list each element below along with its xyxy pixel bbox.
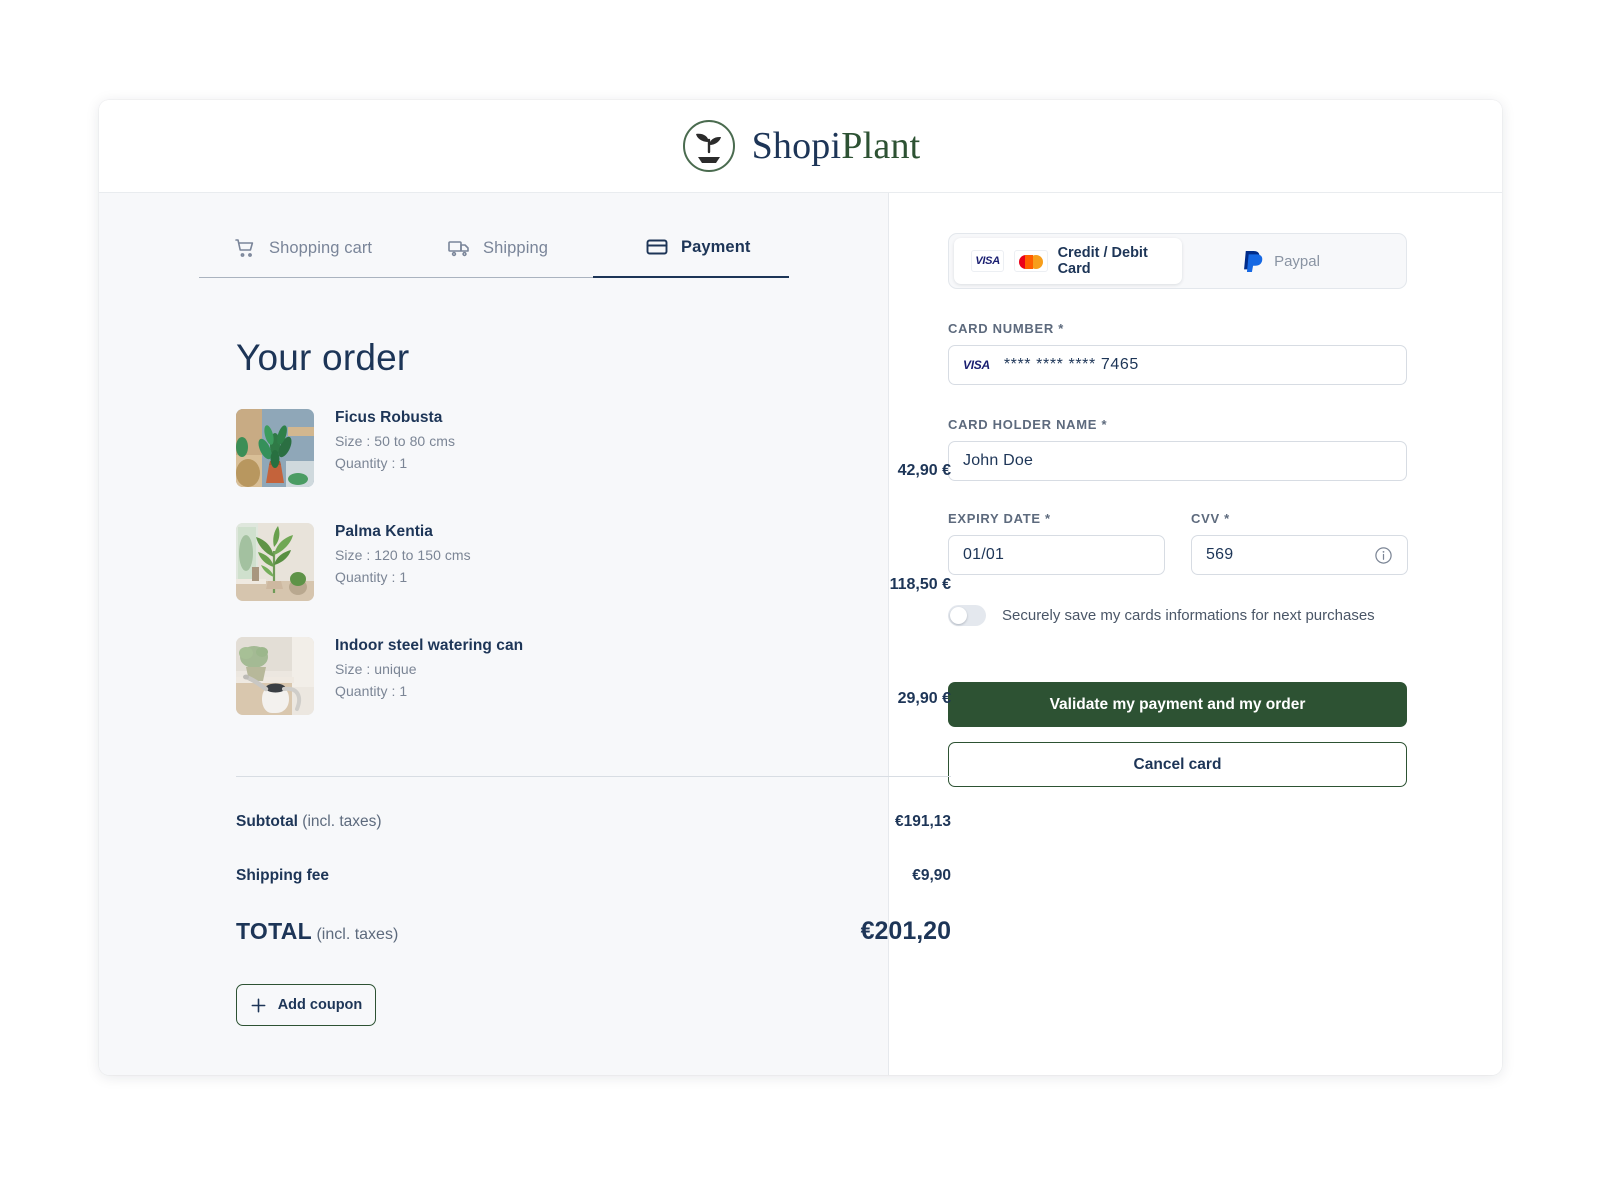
tab-label-credit-debit-card: Credit / Debit Card — [1057, 245, 1148, 277]
cvv-group: CVV * 569 — [1191, 511, 1408, 575]
order-item: Ficus Robusta Size : 50 to 80 cms Quanti… — [236, 408, 951, 522]
palm-plant-photo — [236, 523, 314, 601]
expiry-input[interactable]: 01/01 — [948, 535, 1165, 575]
shipping-fee-value: €9,90 — [912, 867, 951, 884]
payment-method-tabs: VISA Credit / Debit Card Paypal — [948, 233, 1407, 289]
checkout-steps: Shopping cart Shipping Payment — [199, 235, 789, 278]
order-summary-pane: Shopping cart Shipping Payment Your orde… — [99, 193, 951, 1075]
validate-payment-button[interactable]: Validate my payment and my order — [948, 682, 1407, 727]
order-item: Indoor steel watering can Size : unique … — [236, 636, 951, 750]
step-payment[interactable]: Payment — [593, 235, 789, 278]
card-number-group: CARD NUMBER * VISA **** **** **** 7465 — [948, 321, 1452, 385]
card-number-input[interactable]: VISA **** **** **** 7465 — [948, 345, 1407, 385]
ficus-plant-photo — [236, 409, 314, 487]
cvv-value: 569 — [1206, 546, 1234, 563]
product-price: 42,90 € — [897, 462, 951, 479]
subtotal-label: Subtotal (incl. taxes) — [236, 813, 382, 831]
expiry-value: 01/01 — [963, 546, 1005, 563]
brand-header: ShopiPlant — [99, 100, 1502, 193]
expiry-cvv-row: EXPIRY DATE * 01/01 CVV * 569 — [948, 511, 1452, 575]
body-split: Shopping cart Shipping Payment Your orde… — [99, 193, 1502, 1075]
product-price: 118,50 € — [889, 576, 951, 593]
product-name: Indoor steel watering can — [335, 637, 524, 654]
subtotal-label-text: Subtotal — [236, 813, 298, 830]
product-quantity: Quantity : 1 — [335, 455, 408, 471]
shipping-fee-label: Shipping fee — [236, 867, 329, 885]
grand-total-note: (incl. taxes) — [312, 926, 399, 943]
cancel-card-button[interactable]: Cancel card — [948, 742, 1407, 787]
product-info: Ficus Robusta Size : 50 to 80 cms Quanti… — [335, 408, 898, 471]
card-holder-value: John Doe — [963, 452, 1034, 469]
product-size: Size : 50 to 80 cms — [335, 433, 456, 449]
product-size: Size : 120 to 150 cms — [335, 547, 471, 563]
card-number-label: CARD NUMBER * — [948, 321, 1064, 336]
step-label-shopping-cart: Shopping cart — [269, 238, 373, 257]
product-thumbnail — [236, 409, 314, 487]
product-quantity: Quantity : 1 — [335, 569, 408, 585]
shopiplant-logo-icon — [682, 120, 735, 172]
step-shopping-cart[interactable]: Shopping cart — [199, 236, 447, 278]
product-thumbnail — [236, 523, 314, 601]
card-holder-group: CARD HOLDER NAME * John Doe — [948, 417, 1452, 481]
grand-total-label-text: TOTAL — [236, 918, 313, 944]
page-root: ShopiPlant Shopping cart Shipping Paymen… — [0, 0, 1600, 1200]
subtotal-note: (incl. taxes) — [298, 813, 382, 830]
product-name: Palma Kentia — [335, 523, 433, 540]
expiry-group: EXPIRY DATE * 01/01 — [948, 511, 1165, 575]
save-cards-label: Securely save my cards informations for … — [1002, 607, 1375, 624]
brand-name: ShopiPlant — [752, 124, 921, 168]
product-size: Size : unique — [335, 661, 417, 677]
add-coupon-label: Add coupon — [277, 997, 363, 1013]
grand-total-value: €201,20 — [860, 917, 951, 945]
grand-total-label: TOTAL (incl. taxes) — [236, 918, 398, 945]
watering-can-photo — [236, 637, 314, 715]
cvv-input[interactable]: 569 — [1191, 535, 1408, 575]
shipping-fee-row: Shipping fee €9,90 — [236, 867, 951, 885]
subtotal-value: €191,13 — [894, 813, 951, 830]
order-totals: Subtotal (incl. taxes) €191,13 Shipping … — [236, 813, 951, 946]
plus-icon — [251, 998, 266, 1012]
order-item: Palma Kentia Size : 120 to 150 cms Quant… — [236, 522, 951, 636]
product-info: Palma Kentia Size : 120 to 150 cms Quant… — [335, 522, 890, 585]
card-number-value: **** **** **** 7465 — [1003, 356, 1139, 373]
card-holder-input[interactable]: John Doe — [948, 441, 1407, 481]
tab-paypal[interactable]: Paypal — [1182, 238, 1401, 284]
totals-divider — [236, 776, 951, 777]
visa-logo-icon: VISA — [971, 250, 1005, 272]
product-price: 29,90 € — [897, 690, 951, 707]
truck-icon — [448, 241, 469, 257]
page-title: Your order — [236, 337, 410, 378]
mastercard-logo-icon — [1014, 250, 1048, 272]
product-name: Ficus Robusta — [335, 409, 443, 426]
order-items-list: Ficus Robusta Size : 50 to 80 cms Quanti… — [236, 408, 951, 750]
credit-card-icon — [646, 239, 668, 255]
tab-credit-debit-card[interactable]: VISA Credit / Debit Card — [954, 238, 1182, 284]
toggle-knob — [950, 607, 967, 624]
add-coupon-button[interactable]: Add coupon — [236, 984, 376, 1026]
payment-pane: VISA Credit / Debit Card Paypal CARD NUM… — [889, 193, 1502, 1075]
step-shipping[interactable]: Shipping — [447, 236, 593, 278]
product-thumbnail — [236, 637, 314, 715]
brand-name-part2: Plant — [841, 125, 921, 167]
card-holder-label: CARD HOLDER NAME * — [948, 417, 1108, 432]
save-cards-row: Securely save my cards informations for … — [948, 605, 1452, 626]
info-icon[interactable] — [1374, 546, 1393, 565]
product-info: Indoor steel watering can Size : unique … — [335, 636, 898, 699]
subtotal-row: Subtotal (incl. taxes) €191,13 — [236, 813, 951, 831]
tab-label-paypal: Paypal — [1274, 252, 1320, 270]
step-label-shipping: Shipping — [483, 238, 549, 257]
paypal-logo-icon — [1244, 250, 1263, 272]
grand-total-row: TOTAL (incl. taxes) €201,20 — [236, 917, 951, 946]
checkout-card: ShopiPlant Shopping cart Shipping Paymen… — [99, 100, 1502, 1075]
expiry-label: EXPIRY DATE * — [948, 511, 1051, 526]
step-label-payment: Payment — [681, 237, 751, 256]
save-cards-toggle[interactable] — [948, 605, 986, 626]
shopping-cart-icon — [235, 239, 254, 257]
cvv-label: CVV * — [1191, 511, 1230, 526]
brand-name-part1: Shopi — [751, 125, 842, 167]
visa-inline-icon: VISA — [963, 358, 990, 372]
product-quantity: Quantity : 1 — [335, 683, 408, 699]
shipping-fee-label-text: Shipping fee — [236, 867, 329, 884]
